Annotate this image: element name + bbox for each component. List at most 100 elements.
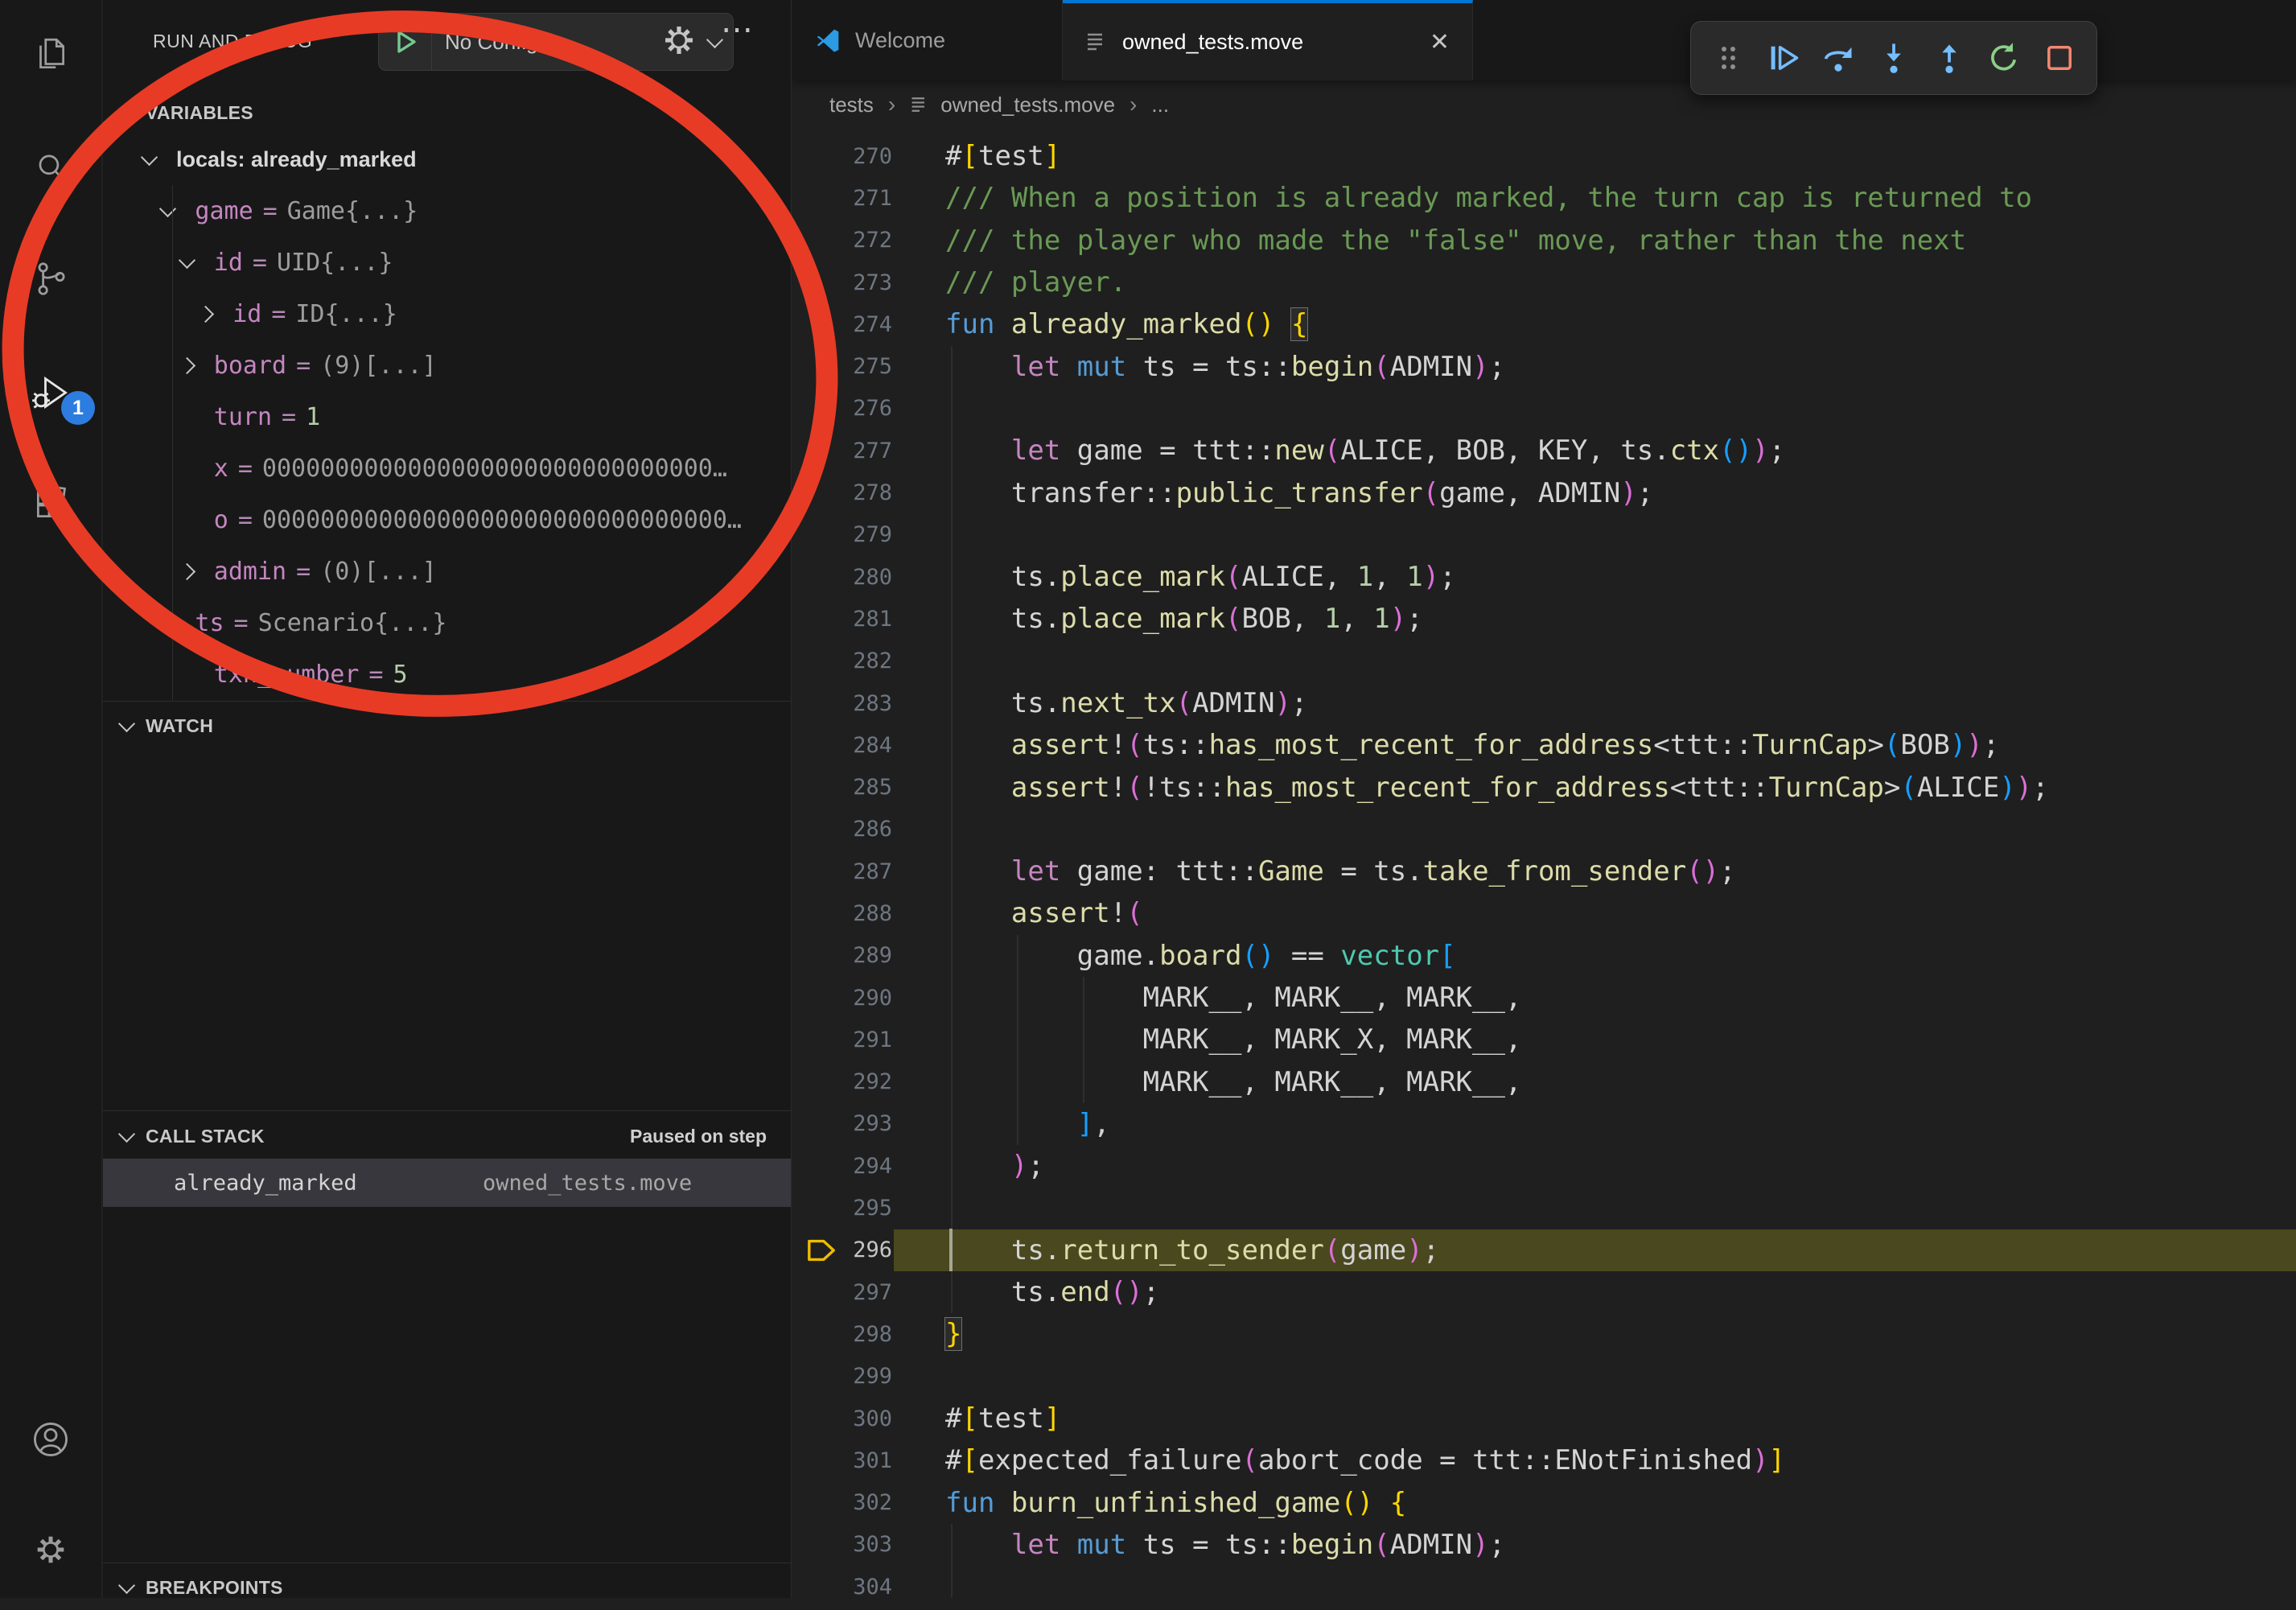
section-watch[interactable]: WATCH [103, 703, 791, 748]
search-icon[interactable] [30, 147, 72, 189]
equals-sign: = [286, 352, 320, 380]
more-actions-icon[interactable]: ⋯ [721, 11, 753, 48]
equals-sign: = [359, 661, 393, 689]
code-line: 279 [792, 514, 2296, 556]
code-text: MARK__, MARK__, MARK__, [945, 1066, 1521, 1098]
variable-value: 00000000000000000000000000000000… [262, 506, 742, 534]
code-text: let game = ttt::new(ALICE, BOB, KEY, ts.… [945, 434, 1785, 467]
restart-button[interactable] [1983, 37, 2025, 79]
code-line: 284 assert!(ts::has_most_recent_for_addr… [792, 724, 2296, 766]
variable-row[interactable]: x=0000000000000000000000000000000… [103, 443, 791, 494]
line-number: 296 [839, 1237, 892, 1262]
variable-value: (9)[...] [320, 352, 437, 380]
variable-name: turn [214, 403, 272, 431]
tab-label: owned_tests.move [1122, 30, 1303, 55]
variable-row[interactable]: o=00000000000000000000000000000000… [103, 494, 791, 546]
chevron-down-icon [141, 148, 158, 165]
variable-row[interactable]: admin=(0)[...] [103, 546, 791, 597]
code-line: 301#[expected_failure(abort_code = ttt::… [792, 1439, 2296, 1481]
code-text: let game: ttt::Game = ts.take_from_sende… [945, 855, 1736, 887]
drag-handle-icon[interactable] [1707, 37, 1749, 79]
chevron-right-icon: › [888, 92, 895, 117]
code-line: 277 let game = ttt::new(ALICE, BOB, KEY,… [792, 430, 2296, 471]
continue-button[interactable] [1763, 37, 1804, 79]
code-text: ts.end(); [945, 1276, 1159, 1308]
section-variables[interactable]: VARIABLES [103, 90, 791, 135]
equals-sign: = [228, 455, 262, 483]
step-out-button[interactable] [1928, 37, 1970, 79]
line-number: 292 [839, 1069, 892, 1094]
settings-gear-icon[interactable] [30, 1529, 72, 1571]
debug-badge: 1 [61, 391, 95, 425]
step-over-button[interactable] [1817, 37, 1859, 79]
line-number: 303 [839, 1532, 892, 1557]
variable-row[interactable]: board=(9)[...] [103, 340, 791, 391]
editor-group[interactable]: Welcome owned_tests.move ✕ te [792, 0, 2296, 1598]
chevron-down-icon [118, 1125, 135, 1142]
code-text: #[expected_failure(abort_code = ttt::ENo… [945, 1444, 1785, 1476]
code-line: 288 assert!( [792, 892, 2296, 934]
breadcrumb-symbol[interactable]: ... [1151, 93, 1169, 117]
line-number: 302 [839, 1490, 892, 1515]
chevron-down-icon [159, 200, 176, 216]
equals-sign: = [253, 197, 287, 225]
code-text: let mut ts = ts::begin(ADMIN); [945, 351, 1505, 383]
variable-row[interactable]: txn_number=5 [103, 649, 791, 700]
line-number: 270 [839, 144, 892, 169]
extensions-icon[interactable] [30, 483, 72, 525]
code-area[interactable]: 270#[test]271/// When a position is alre… [792, 135, 2296, 1608]
code-text: transfer::public_transfer(game, ADMIN); [945, 477, 1653, 509]
line-number: 304 [839, 1575, 892, 1600]
line-number: 283 [839, 691, 892, 716]
gear-icon[interactable] [658, 19, 700, 65]
chevron-down-icon [118, 101, 135, 118]
close-icon[interactable]: ✕ [1430, 28, 1450, 56]
chevron-right-icon: › [1129, 92, 1137, 117]
breadcrumb-folder[interactable]: tests [829, 93, 874, 117]
source-control-icon[interactable] [30, 257, 72, 299]
line-number: 287 [839, 859, 892, 884]
variable-value: 1 [306, 403, 320, 431]
scope-row[interactable]: locals: already_marked [103, 134, 791, 185]
move-file-icon [910, 95, 929, 114]
stop-button[interactable] [2039, 37, 2080, 79]
explorer-icon[interactable] [30, 33, 72, 75]
chevron-right-icon [197, 305, 214, 322]
equals-sign: = [261, 300, 295, 328]
code-line: 285 assert!(!ts::has_most_recent_for_add… [792, 766, 2296, 808]
vscode-logo-icon [815, 27, 841, 53]
line-number: 285 [839, 775, 892, 800]
chevron-down-icon [179, 251, 195, 268]
code-text: /// When a position is already marked, t… [945, 182, 2032, 214]
line-number: 276 [839, 396, 892, 421]
variable-name: txn_number [214, 661, 360, 689]
section-call-stack[interactable]: CALL STACK Paused on step [103, 1114, 791, 1159]
variable-name: ts [195, 609, 224, 637]
variable-value: (0)[...] [320, 558, 437, 586]
equals-sign: = [224, 609, 258, 637]
section-breakpoints[interactable]: BREAKPOINTS [103, 1565, 791, 1610]
line-number: 295 [839, 1196, 892, 1221]
tab-owned-tests[interactable]: owned_tests.move ✕ [1063, 0, 1473, 80]
step-into-button[interactable] [1873, 37, 1915, 79]
call-stack-frame[interactable]: already_marked owned_tests.move [103, 1159, 791, 1207]
code-line: 278 transfer::public_transfer(game, ADMI… [792, 471, 2296, 513]
code-text: ts.return_to_sender(game); [945, 1234, 1439, 1266]
variable-row[interactable]: game=Game{...} [103, 185, 791, 237]
variable-row[interactable]: turn=1 [103, 391, 791, 443]
code-line: 290 MARK__, MARK__, MARK__, [792, 977, 2296, 1019]
line-number: 279 [839, 522, 892, 547]
breadcrumb-file[interactable]: owned_tests.move [940, 93, 1115, 117]
line-number: 298 [839, 1322, 892, 1347]
code-text: ts.place_mark(ALICE, 1, 1); [945, 561, 1456, 593]
tab-label: Welcome [855, 28, 945, 53]
variable-row[interactable]: id=ID{...} [103, 288, 791, 340]
variable-row[interactable]: ts=Scenario{...} [103, 597, 791, 649]
frame-function: already_marked [174, 1171, 357, 1196]
start-debug-icon[interactable] [379, 14, 432, 70]
tab-welcome[interactable]: Welcome [792, 0, 1063, 80]
code-text: assert!(!ts::has_most_recent_for_address… [945, 772, 2049, 804]
code-text: game.board() == vector[ [945, 940, 1456, 972]
variable-row[interactable]: id=UID{...} [103, 237, 791, 288]
account-icon[interactable] [30, 1419, 72, 1460]
